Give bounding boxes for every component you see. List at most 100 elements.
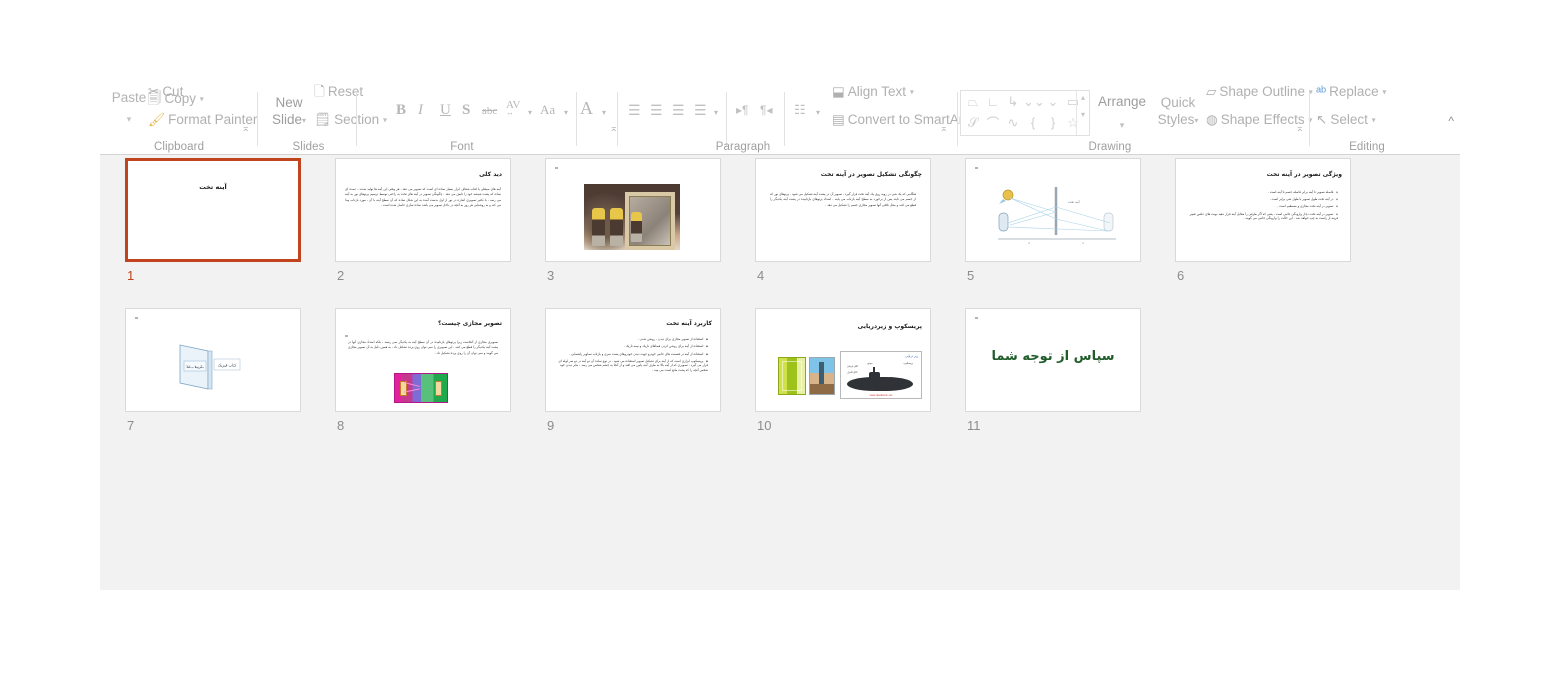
submarine-conning-tower [869, 372, 880, 379]
rtl-text-direction-button[interactable]: ¶◂ [760, 103, 772, 117]
convert-to-smartart-label: Convert to SmartArt [847, 112, 968, 127]
replace-button[interactable]: ᵃᵇ Replace ▾ [1316, 84, 1386, 100]
slide-bullet-text: استفاده از آینه در قسمت های جانبی خودرو … [569, 351, 704, 356]
arc-shape-icon[interactable]: ⌒ [983, 113, 1003, 132]
submarine-periscope-mast [873, 367, 875, 373]
trapezoid-shape-icon[interactable]: ⏢ [963, 94, 983, 110]
corner-shape-icon[interactable]: ∟ [983, 94, 1003, 109]
chevron-down-icon[interactable]: ▾ [1194, 116, 1198, 125]
slide-thumbnail-11[interactable]: سپاس از توجه شما 11 [965, 308, 1175, 458]
freeform-shape-icon[interactable]: 𝒮 [963, 115, 983, 131]
slide-number: 7 [127, 418, 135, 433]
drawing-dialog-launcher[interactable]: ⌅ [1296, 124, 1304, 134]
chevron-down-icon[interactable]: ▾ [1094, 117, 1150, 133]
bullet-marker-icon: ◆ [705, 337, 708, 341]
character-spacing-button[interactable]: AV ↔ [506, 99, 520, 117]
slide-thumbnail-4[interactable]: چگونگی تشکیل تصویر در آینه تخت هنگامی که… [755, 158, 965, 308]
align-text-button[interactable]: ⬓ Align Text ▾ [832, 84, 914, 100]
slide-canvas[interactable]: دید کلی آینه های صیقلی یا لعاب شفاف ابزا… [335, 158, 511, 262]
convert-to-smartart-button[interactable]: ▤Convert to SmartArt ▾ [832, 112, 975, 128]
new-slide-button[interactable]: New Slide▾ [266, 94, 312, 129]
submarine-title: زیر دریایی [905, 354, 918, 358]
paste-button[interactable]: Paste ▾ [108, 90, 150, 125]
select-button[interactable]: ↖ Select ▾ [1316, 112, 1376, 128]
slide-canvas[interactable] [545, 158, 721, 262]
slide-canvas[interactable]: کتاب فیزیک کتاب فیزیک [125, 308, 301, 412]
paragraph-dialog-launcher[interactable]: ⌅ [940, 124, 948, 134]
slide-thumbnail-8[interactable]: تصویر مجازی چیست؟ تصویری مجازی از آنجاست… [335, 308, 545, 458]
scroll-more-icon[interactable]: ▾ [1077, 110, 1089, 119]
slide-canvas[interactable]: تصویر مجازی چیست؟ تصویری مجازی از آنجاست… [335, 308, 511, 412]
object-text: کتاب فیزیک [218, 363, 237, 368]
underline-button[interactable]: U [440, 102, 451, 119]
slide-sorter-pane[interactable]: آینه تخت 1 دید کلی آینه های صیقلی یا لعا… [100, 155, 1460, 590]
virtual-image-illustration [394, 373, 448, 403]
slide-canvas[interactable]: آینه تخت d d [965, 158, 1141, 262]
change-case-button[interactable]: Aa [540, 102, 555, 118]
group-separator [726, 92, 727, 146]
submarine-annotation: پریسکوپ [903, 362, 913, 365]
chevron-down-icon[interactable]: ▾ [108, 114, 150, 125]
chevron-down-icon[interactable]: ▾ [200, 94, 204, 103]
chevron-down-icon[interactable]: ▾ [528, 108, 532, 117]
text-shadow-button[interactable]: S [462, 102, 470, 119]
left-brace-shape-icon[interactable]: { [1023, 115, 1043, 130]
italic-button[interactable]: I [418, 102, 423, 119]
slide-number: 4 [757, 268, 765, 283]
chevron-down-icon[interactable]: ▾ [1372, 115, 1376, 124]
submarine-watermark: www.rasekhoon.net [869, 394, 893, 397]
slide-thumbnail-9[interactable]: کاربرد آینه تخت ◆استفاده از تصویر مجازی … [545, 308, 755, 458]
submarine-annotation: اتاق کنترل [847, 371, 858, 374]
slide-bullet-item: ◈تصویر در آینه تخت مجازی و مستقیم است . [1188, 204, 1338, 208]
slide-canvas[interactable]: آینه تخت [125, 158, 301, 262]
quick-styles-button[interactable]: Quick Styles▾ [1152, 94, 1204, 129]
slide-body-text: تصویری مجازی از آنجاست زیرا پرتوهای بازت… [348, 340, 498, 355]
chevron-down-icon[interactable]: ▾ [816, 108, 820, 117]
arrange-button[interactable]: Arrange ▾ [1094, 94, 1150, 133]
chevron-down-icon[interactable]: ▾ [910, 87, 914, 96]
slide-thumbnail-3[interactable]: 3 [545, 158, 755, 308]
slide-thumbnail-10[interactable]: پریسکوپ و زیردریایی زیر دریایی اتاق فرما… [755, 308, 965, 458]
chevron-down-icon[interactable]: ▾ [302, 116, 306, 125]
ltr-text-direction-button[interactable]: ▸¶ [736, 103, 748, 117]
collapse-ribbon-button[interactable]: ^ [1448, 114, 1454, 128]
align-left-button[interactable]: ☰ [628, 102, 641, 119]
slide-canvas[interactable]: ویژگی تصویر در آینه تخت ◈فاصله تصویر تا … [1175, 158, 1351, 262]
strikethrough-button[interactable]: abc [482, 105, 497, 117]
slide-thumbnail-6[interactable]: ویژگی تصویر در آینه تخت ◈فاصله تصویر تا … [1175, 158, 1385, 308]
align-right-button[interactable]: ☰ [672, 102, 685, 119]
bold-button[interactable]: B [396, 102, 406, 119]
arrange-label: Arrange [1097, 94, 1147, 109]
copy-icon: 🗐 [148, 91, 162, 107]
shape-gallery-scrollbar[interactable]: ▴ ▾ [1076, 91, 1089, 135]
slide-bullet-text: تصویر در آینه تخت دچار وارونگی جانبی است… [1189, 211, 1338, 220]
chevron-down-left-shape-icon[interactable]: ⌄⌄ [1023, 94, 1045, 110]
align-center-button[interactable]: ☰ [650, 102, 663, 119]
slide-canvas[interactable]: سپاس از توجه شما [965, 308, 1141, 412]
slide-bullet-text: استفاده از آینه برای روشن کردن فضاهای تا… [623, 344, 704, 349]
slide-thumbnail-1[interactable]: آینه تخت 1 [125, 158, 335, 308]
curve-shape-icon[interactable]: ∿ [1003, 115, 1023, 131]
justify-button[interactable]: ☰ [694, 102, 707, 119]
bullet-marker-icon: ◆ [705, 344, 708, 349]
image-rect [1103, 212, 1114, 232]
shape-gallery[interactable]: ⏢ ∟ ↳ ⌄⌄ ⌄ ▭ 𝒮 ⌒ ∿ { } ☆ ▴ ▾ [960, 90, 1090, 136]
scroll-up-icon[interactable]: ▴ [1077, 93, 1089, 102]
slide-canvas[interactable]: چگونگی تشکیل تصویر در آینه تخت هنگامی که… [755, 158, 931, 262]
shape-outline-button[interactable]: ▱ Shape Outline ▾ [1206, 84, 1313, 100]
right-brace-shape-icon[interactable]: } [1043, 115, 1063, 130]
mirror-edge [207, 350, 213, 390]
clipboard-dialog-launcher[interactable]: ⌅ [242, 124, 250, 134]
copy-button[interactable]: 🗐 Copy ▾ [148, 91, 204, 107]
chevron-down-icon[interactable]: ▾ [1382, 87, 1386, 96]
slide-thumbnail-5[interactable]: آینه تخت d d 5 [965, 158, 1175, 308]
slide-thumbnail-2[interactable]: دید کلی آینه های صیقلی یا لعاب شفاف ابزا… [335, 158, 545, 308]
slide-canvas[interactable]: پریسکوپ و زیردریایی زیر دریایی اتاق فرما… [755, 308, 931, 412]
chevron-v-shape-icon[interactable]: ⌄ [1043, 94, 1063, 110]
submarine-annotation: اتاق فرمان [847, 365, 858, 368]
bent-arrow-shape-icon[interactable]: ↳ [1003, 94, 1023, 110]
chevron-down-icon[interactable]: ▾ [714, 108, 718, 117]
columns-button[interactable]: ☷ [794, 102, 806, 118]
slide-thumbnail-7[interactable]: کتاب فیزیک کتاب فیزیک 7 [125, 308, 335, 458]
slide-canvas[interactable]: کاربرد آینه تخت ◆استفاده از تصویر مجازی … [545, 308, 721, 412]
